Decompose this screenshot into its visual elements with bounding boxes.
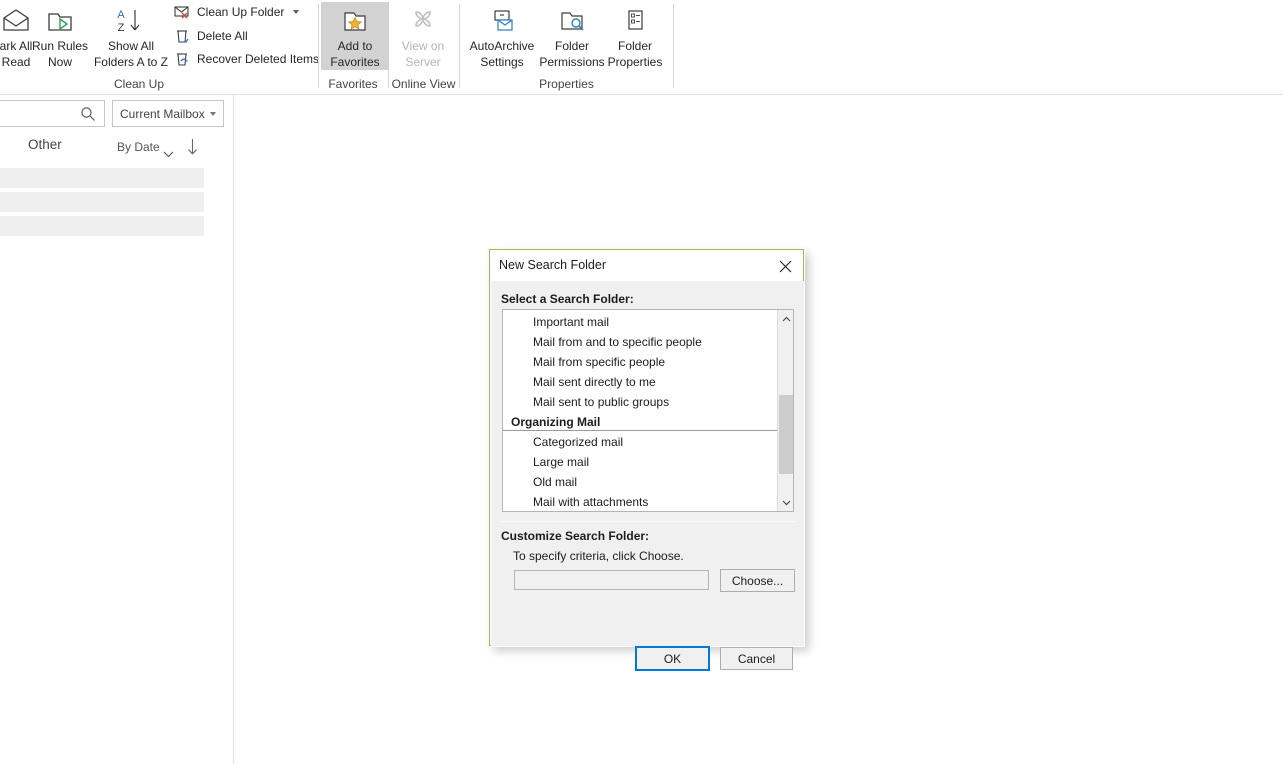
ribbon-button-view-on-server: View on Server bbox=[389, 2, 457, 69]
clean-up-folder-icon bbox=[173, 3, 191, 21]
list-category-header: Organizing Mail bbox=[503, 412, 777, 432]
chevron-down-icon[interactable] bbox=[293, 10, 300, 14]
ribbon-button-label: Folder bbox=[554, 39, 589, 53]
ribbon-button-label: AutoArchive bbox=[469, 39, 535, 53]
svg-text:Z: Z bbox=[118, 22, 125, 34]
ribbon-separator bbox=[673, 4, 674, 88]
ribbon-button-label2: Settings bbox=[480, 55, 524, 69]
search-scope-dropdown[interactable]: Current Mailbox bbox=[112, 100, 224, 127]
message-list-header: d Other By Date bbox=[0, 134, 233, 162]
ribbon: Clean Up ark All Read Run Rules Now A Z … bbox=[0, 0, 1283, 95]
criteria-hint-label: To specify criteria, click Choose. bbox=[513, 549, 684, 563]
list-item[interactable]: Important mail bbox=[503, 312, 777, 332]
ribbon-button-label: Show All bbox=[107, 39, 155, 53]
list-item[interactable]: Large mail bbox=[503, 452, 777, 472]
criteria-input[interactable] bbox=[514, 570, 709, 590]
list-item[interactable]: Mail with attachments bbox=[503, 492, 777, 511]
arrow-down-icon[interactable] bbox=[187, 138, 198, 160]
dialog-body: Select a Search Folder: Unread mail Mail… bbox=[491, 281, 804, 671]
scrollbar-thumb[interactable] bbox=[779, 395, 793, 474]
list-item[interactable]: Mail sent to public groups bbox=[503, 392, 777, 412]
select-search-folder-label: Select a Search Folder: bbox=[501, 292, 634, 306]
folder-key-icon bbox=[557, 5, 587, 37]
ribbon-button-label: Recover Deleted Items bbox=[197, 52, 320, 66]
ribbon-button-label2: Server bbox=[405, 55, 441, 69]
ribbon-button-label: Delete All bbox=[197, 29, 248, 43]
customize-search-folder-label: Customize Search Folder: bbox=[501, 529, 650, 543]
ribbon-button-run-rules-now[interactable]: Run Rules Now bbox=[26, 2, 94, 69]
section-divider bbox=[501, 521, 795, 522]
ribbon-button-label: Clean Up Folder bbox=[197, 5, 285, 19]
tab-other[interactable]: Other bbox=[22, 134, 68, 160]
ribbon-button-autoarchive-settings[interactable]: AutoArchive Settings bbox=[465, 2, 539, 69]
list-item[interactable]: Mail from and to specific people bbox=[503, 332, 777, 352]
ribbon-button-add-to-favorites[interactable]: Add to Favorites bbox=[321, 2, 389, 70]
chevron-down-icon[interactable] bbox=[778, 494, 793, 511]
ribbon-button-label: Add to bbox=[337, 39, 373, 53]
folder-play-icon bbox=[45, 5, 75, 37]
search-scope-label: Current Mailbox bbox=[120, 106, 205, 121]
ribbon-button-delete-all[interactable]: Delete All bbox=[170, 25, 251, 47]
listbox-items: Unread mail Mail flagged for follow up M… bbox=[503, 310, 777, 511]
search-icon[interactable] bbox=[80, 106, 96, 125]
dialog-title: New Search Folder bbox=[499, 258, 606, 272]
new-search-folder-dialog: New Search Folder Select a Search Folder… bbox=[489, 249, 804, 671]
ribbon-button-label2: Permissions bbox=[539, 55, 605, 69]
ribbon-button-label2: Properties bbox=[607, 55, 663, 69]
ribbon-button-recover-deleted-items[interactable]: Recover Deleted Items bbox=[170, 48, 322, 70]
list-item[interactable]: Categorized mail bbox=[503, 432, 777, 452]
list-category-label: Organizing Mail bbox=[511, 415, 606, 429]
list-group-header[interactable]: y bbox=[0, 192, 204, 212]
ribbon-group-label: Favorites bbox=[328, 77, 378, 91]
archive-envelope-icon bbox=[487, 5, 517, 37]
ribbon-button-label: View on bbox=[401, 39, 445, 53]
ribbon-button-label2: Folders A to Z bbox=[93, 55, 169, 69]
ribbon-group-label: Online View bbox=[391, 77, 456, 91]
cancel-button[interactable]: Cancel bbox=[720, 647, 793, 670]
search-folder-listbox[interactable]: Unread mail Mail flagged for follow up M… bbox=[502, 309, 794, 512]
chevron-up-icon[interactable] bbox=[778, 310, 793, 327]
ribbon-button-show-all-folders-a-to-z[interactable]: A Z Show All Folders A to Z bbox=[92, 2, 170, 69]
sort-by-dropdown[interactable]: By Date bbox=[117, 140, 160, 154]
list-group-header[interactable] bbox=[0, 168, 204, 188]
close-icon[interactable] bbox=[772, 254, 798, 278]
ribbon-button-folder-permissions[interactable]: Folder Permissions bbox=[538, 2, 606, 69]
svg-text:A: A bbox=[117, 9, 125, 21]
category-rule bbox=[503, 430, 777, 431]
list-group-header[interactable]: k bbox=[0, 216, 204, 236]
ribbon-button-label2: Now bbox=[47, 55, 72, 69]
globe-view-icon bbox=[408, 5, 438, 37]
ribbon-button-label2: Favorites bbox=[330, 55, 380, 69]
folder-list-icon bbox=[620, 5, 650, 37]
ribbon-group-label: Properties bbox=[539, 77, 594, 91]
ribbon-button-folder-properties[interactable]: Folder Properties bbox=[602, 2, 668, 69]
folder-star-icon bbox=[340, 5, 370, 37]
trash-icon bbox=[173, 27, 191, 45]
list-item[interactable]: Old mail bbox=[503, 472, 777, 492]
recover-icon bbox=[173, 50, 191, 68]
search-bar: Current Mailbox bbox=[0, 100, 233, 129]
list-item[interactable]: Mail from specific people bbox=[503, 352, 777, 372]
ribbon-button-clean-up-folder[interactable]: Clean Up Folder bbox=[170, 1, 302, 23]
sort-az-icon: A Z bbox=[114, 5, 148, 37]
listbox-scrollbar[interactable] bbox=[777, 310, 793, 511]
list-item[interactable]: Mail sent directly to me bbox=[503, 372, 777, 392]
search-input[interactable] bbox=[0, 105, 61, 122]
message-list[interactable]: y k bbox=[0, 162, 233, 764]
chevron-down-icon[interactable] bbox=[210, 112, 216, 116]
ribbon-button-label: Run Rules bbox=[31, 39, 89, 53]
chevron-down-icon[interactable] bbox=[163, 146, 174, 158]
dialog-titlebar: New Search Folder bbox=[491, 251, 802, 281]
choose-button[interactable]: Choose... bbox=[720, 569, 795, 592]
ribbon-group-label: Clean Up bbox=[113, 77, 165, 91]
ok-button[interactable]: OK bbox=[635, 646, 710, 671]
search-field-wrapper[interactable] bbox=[0, 100, 105, 127]
ribbon-button-label: Folder bbox=[617, 39, 652, 53]
